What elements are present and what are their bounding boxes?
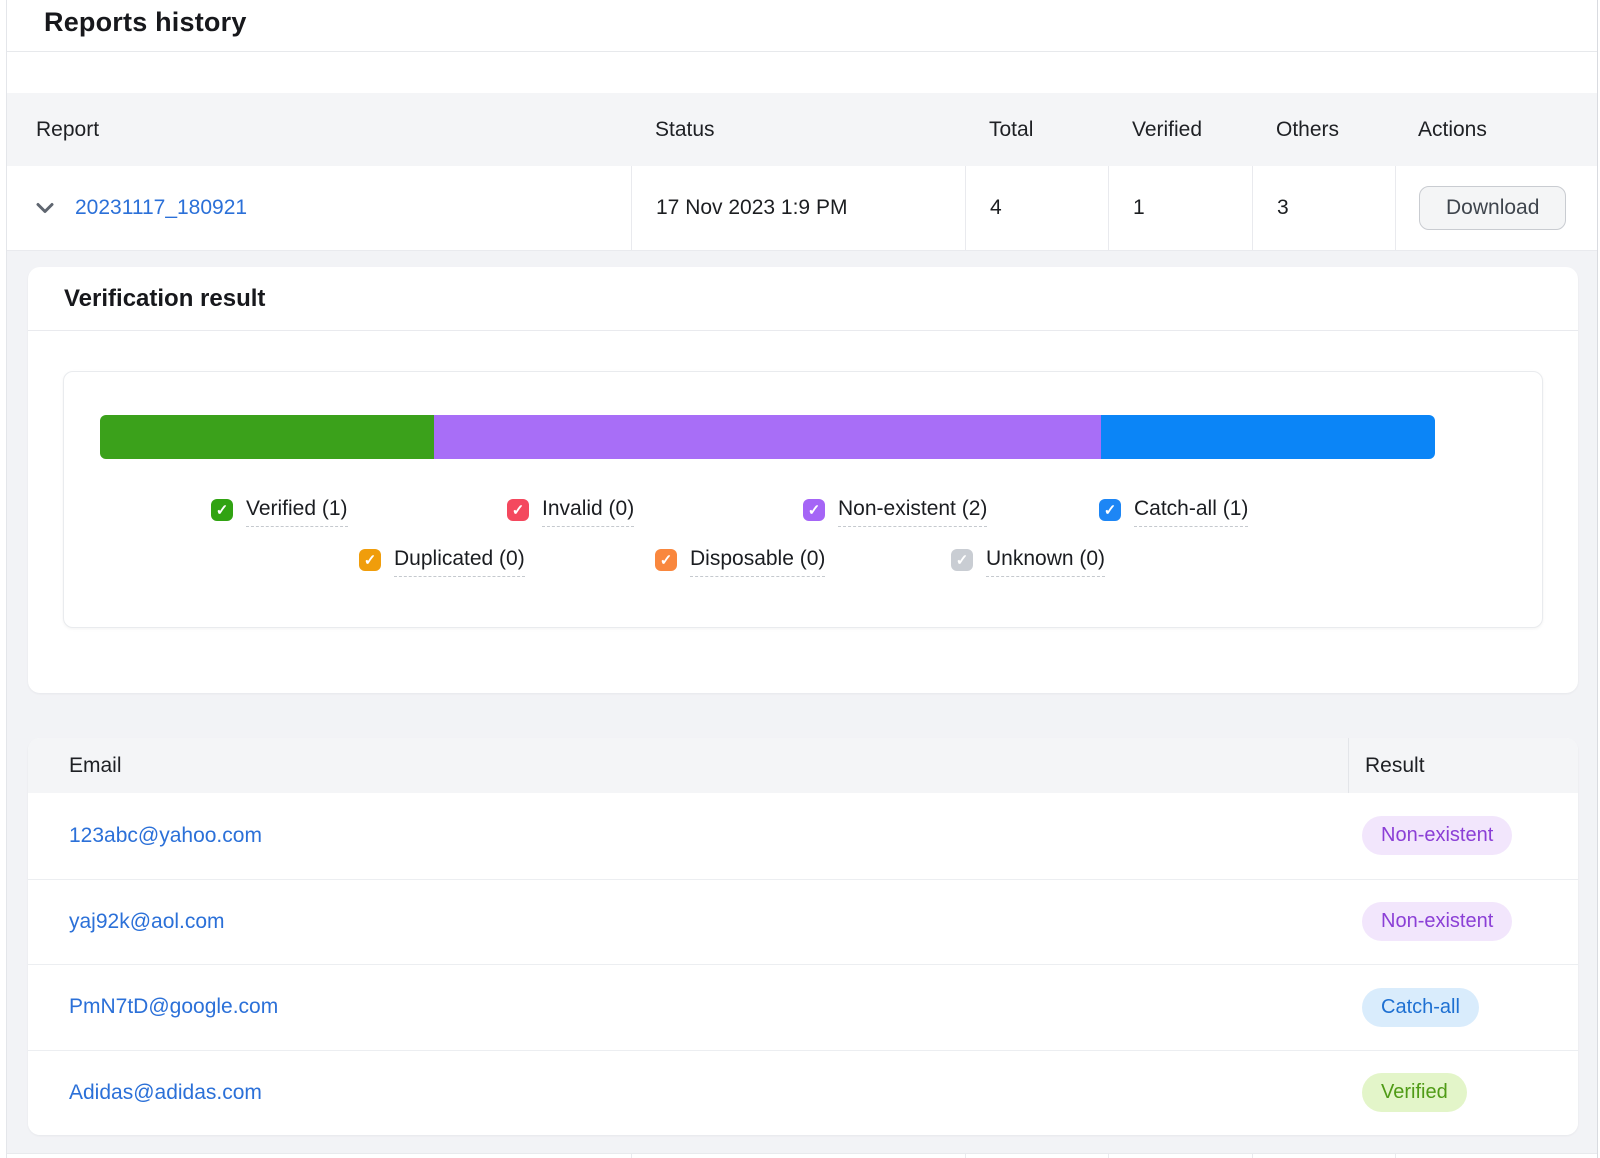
email-link[interactable]: 123abc@yahoo.com (69, 824, 262, 847)
header-gap (7, 52, 1597, 93)
check-icon: ✓ (216, 503, 229, 518)
column-header-report: Report (7, 118, 631, 142)
legend-item-non-existent: ✓ Non-existent (2) (803, 497, 1099, 527)
check-icon: ✓ (512, 503, 525, 518)
email-results-panel: Email Result 123abc@yahoo.com Non-existe… (28, 738, 1578, 1135)
verification-stacked-bar (100, 415, 1435, 459)
check-icon: ✓ (808, 503, 821, 518)
column-header-result: Result (1348, 738, 1578, 793)
result-badge: Non-existent (1362, 816, 1512, 855)
legend-item-disposable: ✓ Disposable (0) (655, 547, 951, 577)
bar-segment-non-existent (434, 415, 1102, 459)
page-header: Reports history (7, 0, 1597, 52)
verification-card-body: ✓ Verified (1) ✓ Invalid (0) ✓ Non-exist… (28, 331, 1578, 693)
result-badge: Catch-all (1362, 988, 1479, 1027)
check-icon: ✓ (1104, 503, 1117, 518)
legend-label-duplicated[interactable]: Duplicated (0) (394, 547, 525, 577)
report-others-cell: 3 (1252, 166, 1395, 250)
email-row: Adidas@adidas.com Verified (28, 1050, 1578, 1136)
checkbox-disposable[interactable]: ✓ (655, 549, 677, 571)
page-title: Reports history (44, 7, 1597, 38)
check-icon: ✓ (364, 553, 377, 568)
result-badge: Verified (1362, 1073, 1467, 1112)
verification-legend: ✓ Verified (1) ✓ Invalid (0) ✓ Non-exist… (100, 497, 1506, 577)
legend-label-unknown[interactable]: Unknown (0) (986, 547, 1105, 577)
legend-item-duplicated: ✓ Duplicated (0) (359, 547, 655, 577)
verification-chart-box: ✓ Verified (1) ✓ Invalid (0) ✓ Non-exist… (63, 371, 1543, 628)
verification-card-header: Verification result (28, 267, 1578, 331)
legend-label-verified[interactable]: Verified (1) (246, 497, 348, 527)
check-icon: ✓ (660, 553, 673, 568)
bar-segment-catch-all (1101, 415, 1435, 459)
column-header-others: Others (1252, 118, 1395, 142)
column-header-total: Total (965, 118, 1108, 142)
legend-label-disposable[interactable]: Disposable (0) (690, 547, 825, 577)
column-header-verified: Verified (1108, 118, 1252, 142)
legend-row-1: ✓ Verified (1) ✓ Invalid (0) ✓ Non-exist… (100, 497, 1506, 527)
report-row: 20231117_180921 17 Nov 2023 1:9 PM 4 1 3… (7, 166, 1597, 250)
legend-label-invalid[interactable]: Invalid (0) (542, 497, 634, 527)
legend-item-invalid: ✓ Invalid (0) (507, 497, 803, 527)
checkbox-unknown[interactable]: ✓ (951, 549, 973, 571)
next-report-row-partial (7, 1153, 1597, 1158)
checkbox-non-existent[interactable]: ✓ (803, 499, 825, 521)
email-row: yaj92k@aol.com Non-existent (28, 879, 1578, 965)
chevron-down-icon[interactable] (36, 202, 54, 214)
download-button[interactable]: Download (1419, 186, 1566, 230)
legend-label-non-existent[interactable]: Non-existent (2) (838, 497, 987, 527)
report-link[interactable]: 20231117_180921 (75, 196, 247, 220)
checkbox-duplicated[interactable]: ✓ (359, 549, 381, 571)
email-link[interactable]: PmN7tD@google.com (69, 995, 278, 1018)
legend-label-catch-all[interactable]: Catch-all (1) (1134, 497, 1248, 527)
legend-item-verified: ✓ Verified (1) (211, 497, 507, 527)
check-icon: ✓ (956, 553, 969, 568)
verification-result-card: Verification result ✓ Verified (1) (28, 267, 1578, 693)
legend-item-unknown: ✓ Unknown (0) (951, 547, 1247, 577)
verification-card-title: Verification result (64, 285, 265, 313)
checkbox-catch-all[interactable]: ✓ (1099, 499, 1121, 521)
result-badge: Non-existent (1362, 902, 1512, 941)
report-total-cell: 4 (965, 166, 1108, 250)
reports-table-header: Report Status Total Verified Others Acti… (7, 93, 1597, 166)
column-header-email: Email (28, 754, 1348, 778)
checkbox-verified[interactable]: ✓ (211, 499, 233, 521)
bar-segment-verified (100, 415, 434, 459)
email-link[interactable]: yaj92k@aol.com (69, 910, 225, 933)
column-header-actions: Actions (1395, 118, 1597, 142)
legend-item-catch-all: ✓ Catch-all (1) (1099, 497, 1395, 527)
expanded-report-section: Verification result ✓ Verified (1) (7, 250, 1597, 1153)
checkbox-invalid[interactable]: ✓ (507, 499, 529, 521)
report-status-cell: 17 Nov 2023 1:9 PM (631, 166, 965, 250)
reports-history-page: Reports history Report Status Total Veri… (6, 0, 1598, 1158)
email-link[interactable]: Adidas@adidas.com (69, 1081, 262, 1104)
email-table-header: Email Result (28, 738, 1578, 793)
legend-row-2: ✓ Duplicated (0) ✓ Disposable (0) ✓ Unkn… (100, 547, 1506, 577)
email-row: PmN7tD@google.com Catch-all (28, 964, 1578, 1050)
email-row: 123abc@yahoo.com Non-existent (28, 793, 1578, 879)
report-verified-cell: 1 (1108, 166, 1252, 250)
column-header-status: Status (631, 118, 965, 142)
